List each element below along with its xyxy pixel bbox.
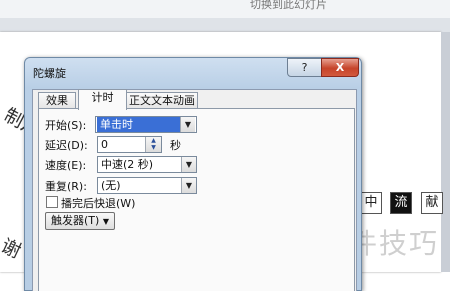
help-button[interactable]: ?	[287, 58, 322, 77]
chevron-down-icon: ▼	[102, 217, 109, 226]
start-select[interactable]: 单击时 ▼	[95, 116, 197, 133]
repeat-select[interactable]: (无) ▼	[97, 177, 197, 194]
speed-label: 速度(E):	[45, 159, 87, 172]
delay-spinner-input[interactable]: 0 ▲ ▼	[97, 136, 162, 153]
trigger-button[interactable]: 触发器(T) ▼	[45, 212, 115, 230]
window-title-bar: 切换到此幻灯片	[0, 0, 450, 18]
side-char-box: 献	[421, 192, 443, 214]
animation-dialog: 陀螺旋 ? X 效果 计时 正文文本动画	[24, 57, 362, 291]
speed-select[interactable]: 中速(2 秒) ▼	[97, 156, 197, 173]
delay-label: 延迟(D):	[45, 139, 88, 152]
repeat-select-value: (无)	[101, 179, 121, 192]
side-char-box: 中	[360, 192, 382, 214]
slide-scroll-edge	[441, 32, 450, 272]
rewind-label[interactable]: 播完后快退(W)	[61, 195, 135, 211]
chevron-down-icon[interactable]: ▼	[181, 157, 196, 172]
window-title-text: 切换到此幻灯片	[250, 0, 327, 10]
start-select-value: 单击时	[97, 117, 182, 132]
start-label: 开始(S):	[45, 119, 87, 132]
chevron-down-icon[interactable]: ▼	[181, 178, 196, 193]
tab-effect[interactable]: 效果	[38, 92, 76, 109]
repeat-label: 重复(R):	[45, 180, 87, 193]
spin-arrows-icon[interactable]: ▲ ▼	[145, 137, 161, 152]
delay-value: 0	[101, 138, 108, 151]
side-char-box: 流	[390, 192, 412, 214]
close-button[interactable]: X	[321, 58, 359, 77]
dialog-title: 陀螺旋	[33, 67, 66, 80]
trigger-button-label: 触发器(T)	[51, 214, 100, 227]
tab-timing[interactable]: 计时	[78, 89, 127, 110]
delay-unit: 秒	[170, 139, 181, 152]
speed-select-value: 中速(2 秒)	[101, 158, 154, 171]
rewind-checkbox[interactable]	[46, 196, 58, 208]
chevron-down-icon[interactable]: ▼	[180, 117, 195, 132]
tab-text-animation[interactable]: 正文文本动画	[126, 92, 198, 109]
